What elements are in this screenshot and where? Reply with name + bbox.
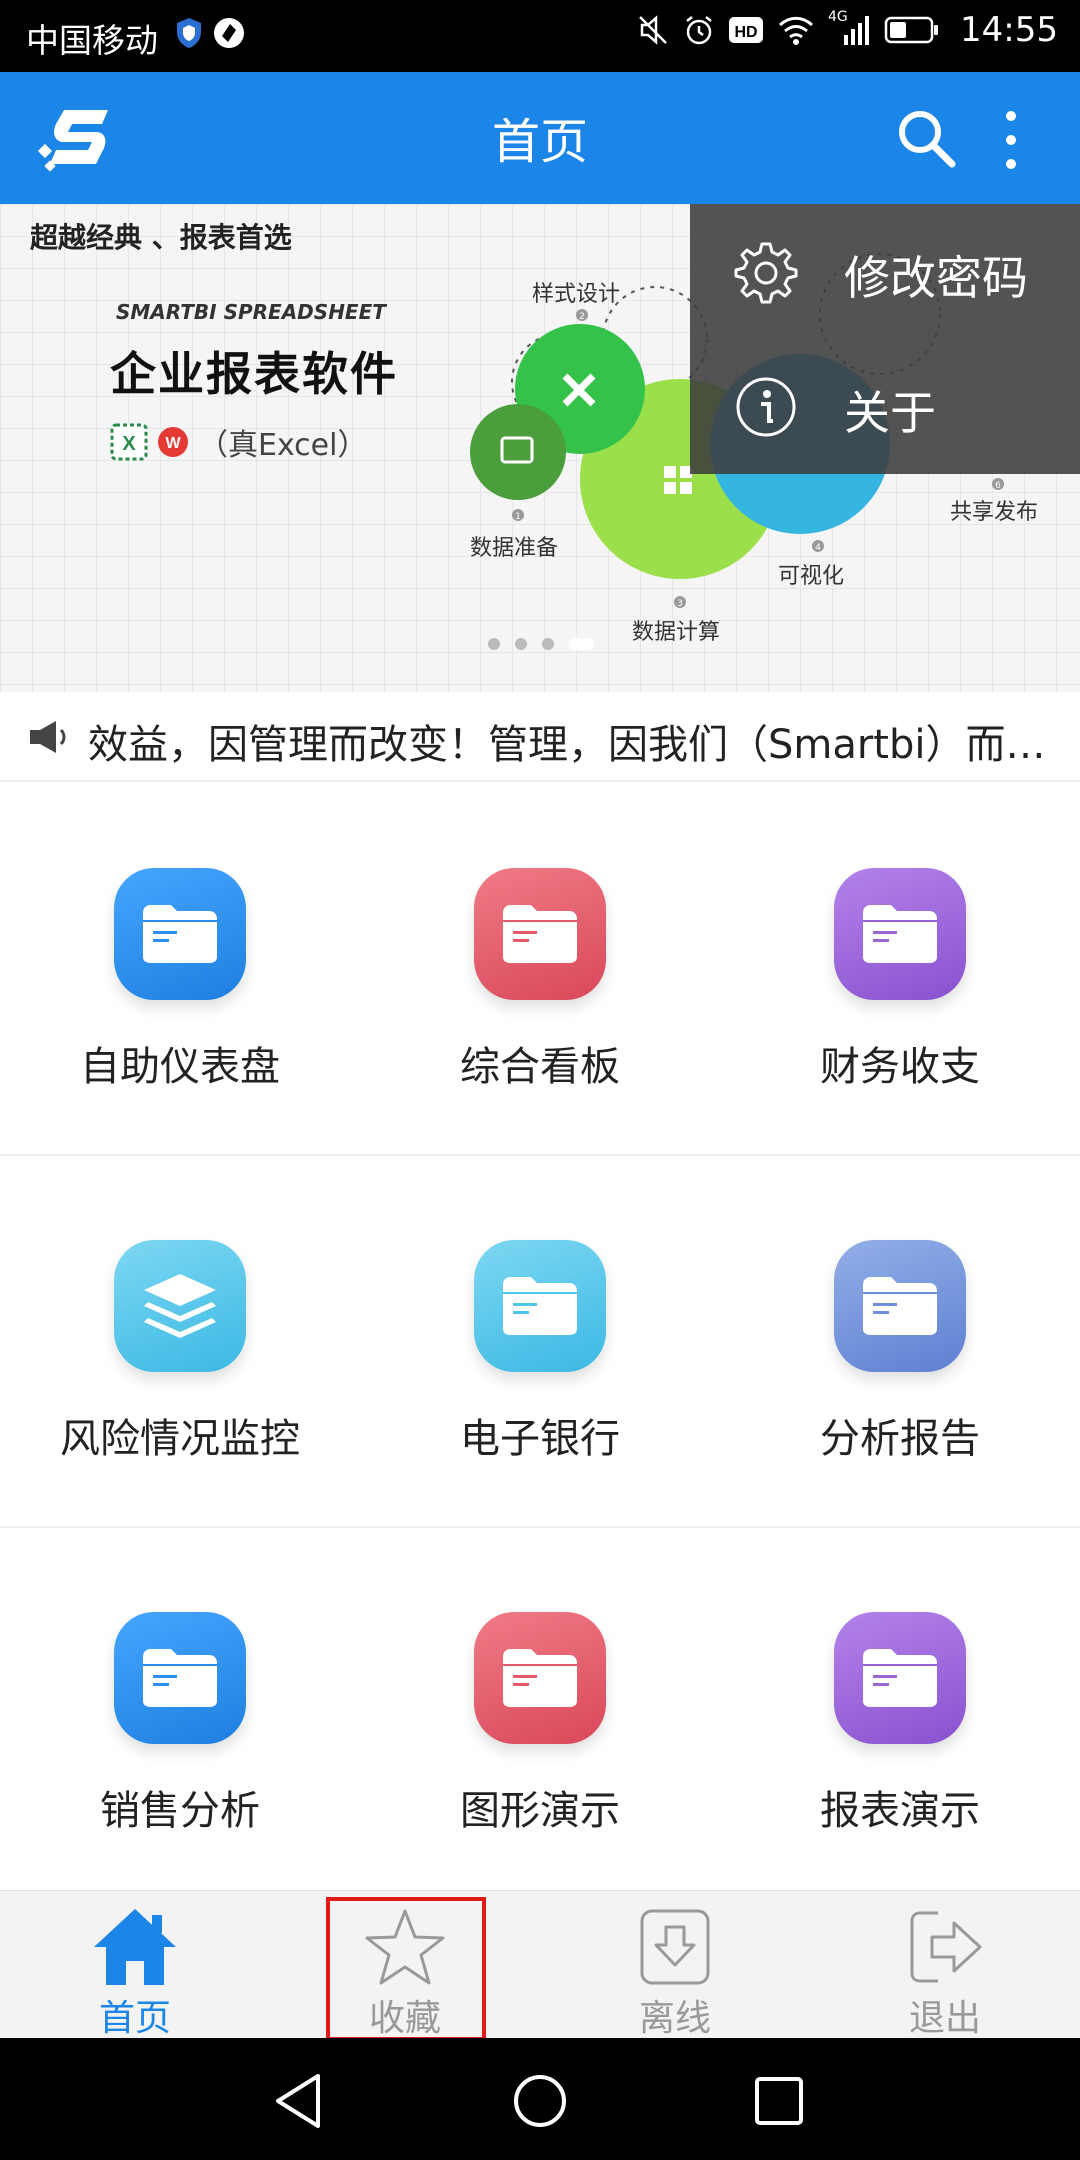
folder-icon — [474, 1240, 606, 1372]
menu-item-about[interactable]: 关于 — [690, 339, 1080, 474]
back-triangle-icon[interactable] — [268, 2068, 334, 2134]
layers-icon — [114, 1240, 246, 1372]
banner-label-data-prep: 数据准备 — [470, 536, 559, 561]
folder-icon — [834, 1612, 966, 1744]
highlight-box — [326, 1897, 486, 2041]
folder-icon — [834, 1240, 966, 1372]
folder-icon — [114, 868, 246, 1000]
tab-label: 离线 — [638, 1998, 711, 2039]
grid-tile[interactable]: 分析报告 — [720, 1156, 1080, 1528]
grid-row: 销售分析 图形演示 报表演示 — [0, 1528, 1080, 1900]
tile-label: 自助仪表盘 — [80, 1044, 280, 1090]
info-icon — [736, 377, 796, 437]
bottom-tab-bar: 首页 收藏 离线 退出 — [0, 1890, 1080, 2039]
status-bar: 中国移动 HD 4G 14:55 — [0, 0, 1080, 72]
step-number: 4 — [815, 543, 821, 553]
battery-icon — [884, 16, 939, 44]
signal-icon: 4G — [828, 9, 872, 47]
grid-tile[interactable]: 销售分析 — [0, 1528, 360, 1900]
app-notification-icon — [214, 18, 244, 48]
grid-tile[interactable]: 电子银行 — [360, 1156, 720, 1528]
carousel-dot[interactable] — [542, 638, 554, 650]
banner-label-visualize: 可视化 — [778, 564, 845, 589]
tile-label: 图形演示 — [460, 1788, 620, 1834]
system-nav-bar — [0, 2038, 1080, 2160]
step-number: 1 — [515, 512, 521, 522]
folder-icon — [114, 1612, 246, 1744]
tab-logout[interactable]: 退出 — [810, 1891, 1080, 2039]
menu-label: 关于 — [844, 386, 936, 440]
tile-label: 销售分析 — [100, 1788, 260, 1834]
alarm-icon — [686, 16, 712, 45]
tile-label: 财务收支 — [820, 1044, 980, 1090]
carousel-dot-active[interactable] — [568, 638, 594, 650]
clock-label: 14:55 — [960, 10, 1058, 50]
step-number: 3 — [677, 599, 683, 609]
menu-label: 修改密码 — [844, 251, 1028, 305]
grid-tile[interactable]: 风险情况监控 — [0, 1156, 360, 1528]
tile-label: 分析报告 — [820, 1416, 980, 1462]
grid-tile[interactable]: 自助仪表盘 — [0, 784, 360, 1156]
banner-label-style: 样式设计 — [532, 282, 621, 307]
grid-row: 风险情况监控 电子银行 分析报告 — [0, 1156, 1080, 1528]
folder-icon — [474, 868, 606, 1000]
announcement-text: 效益，因管理而改变！管理，因我们（Smartbi）而… — [88, 722, 1046, 768]
banner-label-data-calc: 数据计算 — [632, 620, 721, 645]
gear-icon — [734, 242, 798, 304]
announcement-marquee[interactable]: 效益，因管理而改变！管理，因我们（Smartbi）而… — [0, 692, 1080, 782]
mute-icon — [639, 15, 667, 45]
status-left-icons — [174, 16, 246, 50]
folder-icon — [834, 868, 966, 1000]
search-icon[interactable] — [892, 104, 960, 172]
tile-label: 报表演示 — [820, 1788, 980, 1834]
wifi-icon — [779, 16, 814, 45]
app-bar: 首页 — [0, 72, 1080, 204]
tile-label: 电子银行 — [460, 1416, 620, 1462]
hd-icon: HD — [729, 17, 764, 43]
grid-row: 自助仪表盘 综合看板 财务收支 — [0, 784, 1080, 1156]
download-icon — [640, 1909, 710, 1985]
megaphone-icon — [30, 721, 66, 753]
tab-label: 退出 — [908, 1998, 981, 2039]
banner-label-share: 共享发布 — [950, 500, 1039, 525]
status-right: HD 4G 14:55 — [636, 9, 1058, 50]
grid-tile[interactable]: 财务收支 — [720, 784, 1080, 1156]
folder-icon — [474, 1612, 606, 1744]
home-icon — [94, 1909, 176, 1985]
step-number: 2 — [579, 312, 585, 322]
grid-tile[interactable]: 图形演示 — [360, 1528, 720, 1900]
tab-offline[interactable]: 离线 — [540, 1891, 810, 2039]
grid-tile[interactable]: 报表演示 — [720, 1528, 1080, 1900]
carrier-label: 中国移动 — [26, 21, 158, 60]
svg-text:HD: HD — [734, 24, 757, 41]
grid-tile[interactable]: 综合看板 — [360, 784, 720, 1156]
step-number: 6 — [995, 481, 1001, 491]
home-circle-icon[interactable] — [507, 2068, 573, 2134]
menu-item-change-password[interactable]: 修改密码 — [690, 204, 1080, 339]
shield-icon — [177, 18, 201, 48]
exit-icon — [910, 1911, 982, 1983]
tile-label: 综合看板 — [460, 1044, 620, 1090]
more-vert-icon[interactable] — [990, 104, 1032, 176]
carousel-dot[interactable] — [488, 638, 500, 650]
tab-label: 首页 — [98, 1998, 171, 2039]
tab-home[interactable]: 首页 — [0, 1891, 270, 2039]
tile-label: 风险情况监控 — [60, 1416, 300, 1462]
overflow-menu: 修改密码 关于 — [690, 204, 1080, 474]
carousel-dot[interactable] — [515, 638, 527, 650]
recents-square-icon[interactable] — [746, 2068, 812, 2134]
